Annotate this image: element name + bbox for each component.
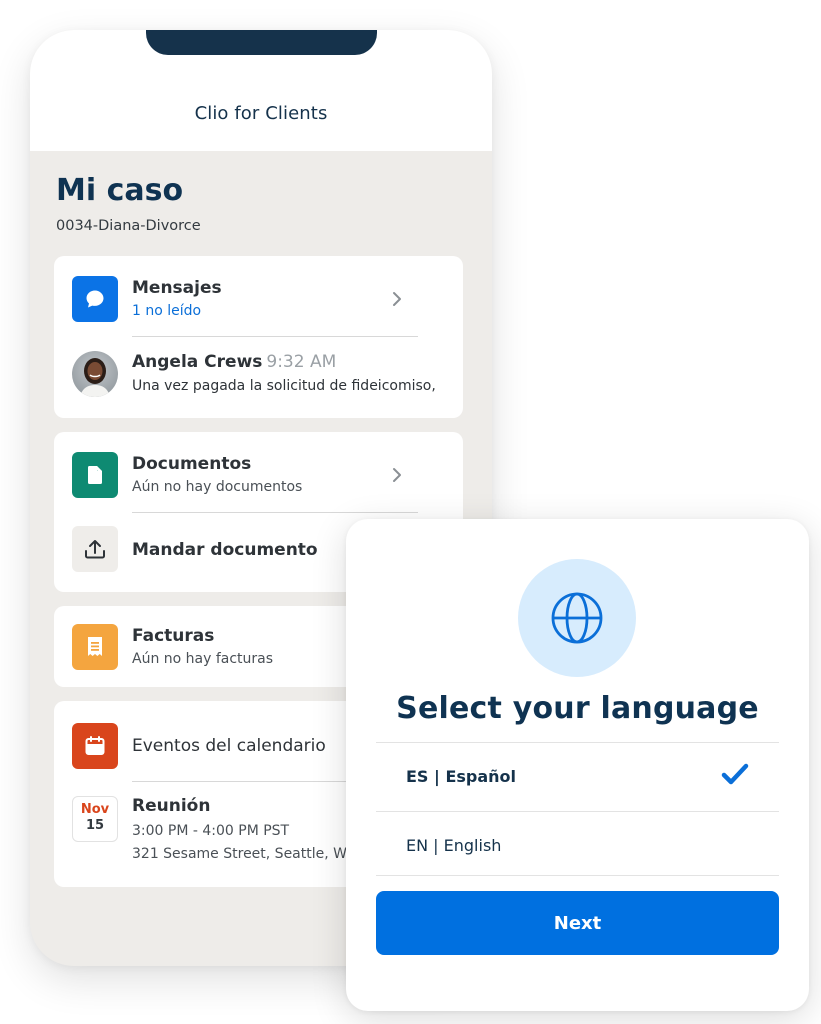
language-modal: Select your language ES | Español EN | E… (346, 519, 809, 1011)
next-button[interactable]: Next (376, 891, 779, 955)
event-date-badge: Nov 15 (72, 796, 118, 842)
event-day: 15 (85, 818, 105, 833)
receipt-icon (72, 624, 118, 670)
messages-card: Mensajes 1 no leído Angela Crews 9:32 AM … (54, 256, 463, 418)
language-option-en[interactable]: EN | English (376, 812, 779, 880)
documents-status: Aún no hay documentos (132, 479, 303, 495)
calendar-icon (72, 723, 118, 769)
event-location: 321 Sesame Street, Seattle, WA (132, 846, 356, 862)
matter-name: 0034-Diana-Divorce (56, 218, 201, 234)
unread-count: 1 no leído (132, 303, 202, 319)
app-header: Clio for Clients (30, 30, 492, 151)
calendar-title: Eventos del calendario (132, 736, 326, 756)
sender-name: Angela Crews (132, 352, 263, 372)
checkmark-icon (721, 763, 749, 785)
divider (376, 875, 779, 876)
chat-bubble-icon (72, 276, 118, 322)
document-icon (72, 452, 118, 498)
app-title: Clio for Clients (194, 103, 328, 124)
phone-notch (146, 30, 377, 55)
event-time: 3:00 PM - 4:00 PM PST (132, 823, 290, 839)
documents-row[interactable]: Documentos Aún no hay documentos (54, 432, 463, 512)
invoices-status: Aún no hay facturas (132, 651, 274, 667)
language-option-label: ES | Español (406, 767, 517, 786)
globe-icon (518, 559, 636, 677)
language-option-label: EN | English (406, 836, 502, 855)
messages-title: Mensajes (132, 278, 222, 298)
language-option-es[interactable]: ES | Español (376, 743, 779, 811)
upload-icon (72, 526, 118, 572)
chevron-right-icon[interactable] (390, 290, 404, 308)
event-month: Nov (80, 802, 110, 817)
event-title: Reunión (132, 796, 211, 816)
latest-message[interactable]: Angela Crews 9:32 AM Una vez pagada la so… (54, 337, 463, 417)
messages-row[interactable]: Mensajes 1 no leído (54, 256, 463, 336)
avatar (72, 351, 118, 397)
modal-title: Select your language (396, 691, 759, 726)
invoices-title: Facturas (132, 626, 215, 646)
page-title: Mi caso (56, 173, 184, 208)
upload-document-label: Mandar documento (132, 540, 318, 560)
chevron-right-icon[interactable] (390, 466, 404, 484)
message-time: 9:32 AM (266, 352, 337, 372)
documents-title: Documentos (132, 454, 252, 474)
message-sender: Angela Crews 9:32 AM (132, 352, 336, 372)
message-preview: Una vez pagada la solicitud de fideicomi… (132, 378, 436, 394)
